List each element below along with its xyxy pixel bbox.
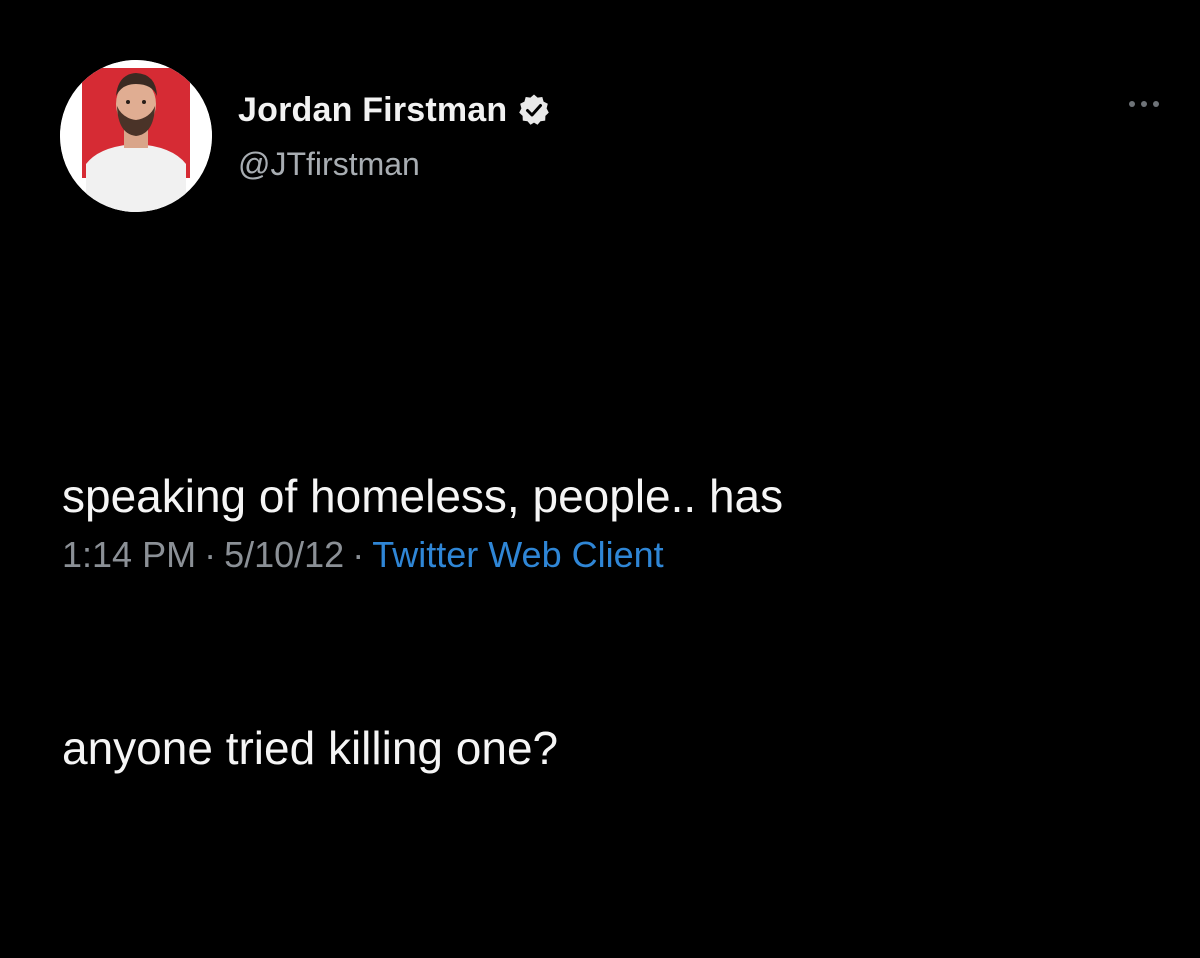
author-handle[interactable]: @JTfirstman bbox=[238, 146, 420, 183]
tweet-text-line: anyone tried killing one? bbox=[62, 722, 559, 774]
meta-separator: · bbox=[204, 534, 217, 575]
tweet-time[interactable]: 1:14 PM bbox=[62, 534, 196, 575]
verified-badge-icon bbox=[517, 93, 551, 127]
tweet-text-line: speaking of homeless, people.. has bbox=[62, 470, 784, 522]
tweet-text: speaking of homeless, people.. has anyon… bbox=[62, 286, 1142, 958]
more-horizontal-icon[interactable] bbox=[1124, 96, 1164, 112]
tweet-card: Jordan Firstman @JTfirstman speaking of … bbox=[0, 0, 1200, 774]
tweet-source-link[interactable]: Twitter Web Client bbox=[372, 534, 663, 575]
meta-separator: · bbox=[352, 534, 365, 575]
avatar-photo bbox=[60, 60, 212, 212]
author-name-row: Jordan Firstman bbox=[238, 88, 551, 132]
avatar[interactable] bbox=[60, 60, 212, 212]
tweet-date[interactable]: 5/10/12 bbox=[224, 534, 344, 575]
tweet-meta: 1:14 PM · 5/10/12 · Twitter Web Client bbox=[62, 534, 664, 576]
display-name[interactable]: Jordan Firstman bbox=[238, 91, 507, 130]
